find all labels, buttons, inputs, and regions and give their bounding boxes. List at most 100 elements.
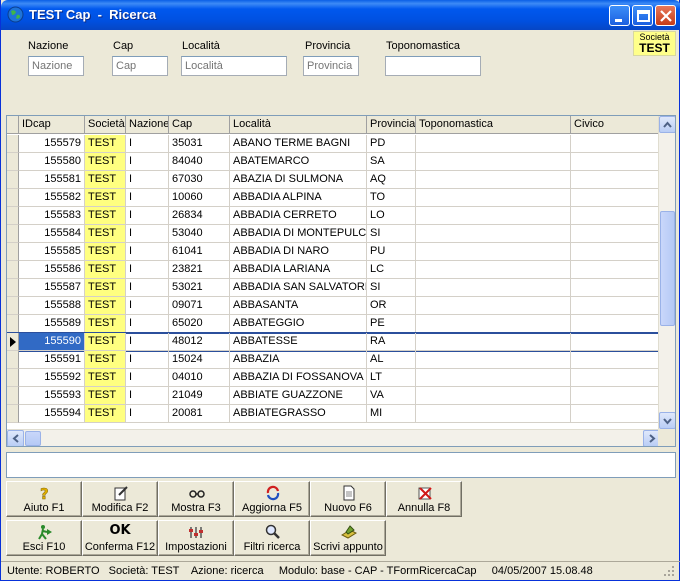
table-row[interactable]: 155581 TEST I 67030 ABAZIA DI SULMONA AQ: [7, 171, 660, 189]
cell-provincia[interactable]: RA: [367, 333, 416, 351]
cell-civico[interactable]: [571, 297, 660, 315]
cell-nazione[interactable]: I: [126, 207, 169, 225]
cell-nazione[interactable]: I: [126, 333, 169, 351]
cell-provincia[interactable]: VA: [367, 387, 416, 405]
table-row[interactable]: 155589 TEST I 65020 ABBATEGGIO PE: [7, 315, 660, 333]
modifica-button[interactable]: Modifica F2: [82, 481, 158, 517]
minimize-button[interactable]: [609, 5, 630, 26]
header-cap[interactable]: Cap: [169, 116, 230, 134]
cell-nazione[interactable]: I: [126, 387, 169, 405]
cell-civico[interactable]: [571, 369, 660, 387]
nuovo-button[interactable]: Nuovo F6: [310, 481, 386, 517]
cell-provincia[interactable]: SI: [367, 279, 416, 297]
close-button[interactable]: [655, 5, 676, 26]
cell-provincia[interactable]: MI: [367, 405, 416, 423]
cell-societa[interactable]: TEST: [85, 369, 126, 387]
cell-civico[interactable]: [571, 261, 660, 279]
cell-societa[interactable]: TEST: [85, 279, 126, 297]
cell-societa[interactable]: TEST: [85, 243, 126, 261]
mostra-button[interactable]: Mostra F3: [158, 481, 234, 517]
cell-localita[interactable]: ABBATESSE: [230, 333, 367, 351]
cell-societa[interactable]: TEST: [85, 405, 126, 423]
cell-societa[interactable]: TEST: [85, 171, 126, 189]
cell-provincia[interactable]: PU: [367, 243, 416, 261]
table-row[interactable]: 155592 TEST I 04010 ABBAZIA DI FOSSANOVA LT: [7, 369, 660, 387]
cell-provincia[interactable]: LO: [367, 207, 416, 225]
cell-cap[interactable]: 53021: [169, 279, 230, 297]
cell-cap[interactable]: 10060: [169, 189, 230, 207]
cell-nazione[interactable]: I: [126, 135, 169, 153]
row-indicator[interactable]: [7, 297, 19, 315]
row-indicator[interactable]: [7, 387, 19, 405]
cell-idcap[interactable]: 155581: [19, 171, 85, 189]
row-indicator[interactable]: [7, 279, 19, 297]
cell-civico[interactable]: [571, 351, 660, 369]
aiuto-button[interactable]: ? Aiuto F1: [6, 481, 82, 517]
table-row[interactable]: 155582 TEST I 10060 ABBADIA ALPINA TO: [7, 189, 660, 207]
cell-idcap[interactable]: 155582: [19, 189, 85, 207]
cell-localita[interactable]: ABBADIA LARIANA: [230, 261, 367, 279]
notes-field[interactable]: [6, 452, 676, 478]
cell-civico[interactable]: [571, 243, 660, 261]
cell-provincia[interactable]: LC: [367, 261, 416, 279]
cell-societa[interactable]: TEST: [85, 333, 126, 351]
cell-toponomastica[interactable]: [416, 297, 571, 315]
cell-idcap[interactable]: 155593: [19, 387, 85, 405]
cell-societa[interactable]: TEST: [85, 207, 126, 225]
cell-toponomastica[interactable]: [416, 135, 571, 153]
row-indicator[interactable]: [7, 351, 19, 369]
table-row[interactable]: 155590 TEST I 48012 ABBATESSE RA: [7, 332, 661, 352]
scroll-left-button[interactable]: [7, 430, 24, 446]
cell-provincia[interactable]: SA: [367, 153, 416, 171]
filtri-button[interactable]: Filtri ricerca: [234, 520, 310, 556]
cell-localita[interactable]: ABBADIA DI MONTEPULCIANO: [230, 225, 367, 243]
row-indicator[interactable]: [7, 153, 19, 171]
cell-idcap[interactable]: 155583: [19, 207, 85, 225]
header-civico[interactable]: Civico: [571, 116, 660, 134]
cell-cap[interactable]: 04010: [169, 369, 230, 387]
cell-societa[interactable]: TEST: [85, 351, 126, 369]
cell-localita[interactable]: ABBIATE GUAZZONE: [230, 387, 367, 405]
cell-toponomastica[interactable]: [416, 315, 571, 333]
row-indicator[interactable]: [7, 189, 19, 207]
table-row[interactable]: 155579 TEST I 35031 ABANO TERME BAGNI PD: [7, 135, 660, 153]
cell-societa[interactable]: TEST: [85, 225, 126, 243]
cell-nazione[interactable]: I: [126, 261, 169, 279]
cell-nazione[interactable]: I: [126, 171, 169, 189]
table-row[interactable]: 155588 TEST I 09071 ABBASANTA OR: [7, 297, 660, 315]
cell-civico[interactable]: [571, 153, 660, 171]
horizontal-scrollbar[interactable]: [7, 429, 660, 446]
cell-idcap[interactable]: 155592: [19, 369, 85, 387]
table-row[interactable]: 155580 TEST I 84040 ABATEMARCO SA: [7, 153, 660, 171]
row-indicator[interactable]: [7, 135, 19, 153]
cell-societa[interactable]: TEST: [85, 189, 126, 207]
header-localita[interactable]: Località: [230, 116, 367, 134]
cell-societa[interactable]: TEST: [85, 315, 126, 333]
cell-idcap[interactable]: 155585: [19, 243, 85, 261]
cell-localita[interactable]: ABBADIA SAN SALVATORE: [230, 279, 367, 297]
toponomastica-input[interactable]: [385, 56, 481, 76]
cell-idcap[interactable]: 155584: [19, 225, 85, 243]
cell-cap[interactable]: 26834: [169, 207, 230, 225]
maximize-button[interactable]: [632, 5, 653, 26]
cell-cap[interactable]: 61041: [169, 243, 230, 261]
cell-toponomastica[interactable]: [416, 351, 571, 369]
header-provincia[interactable]: Provincia: [367, 116, 416, 134]
cell-toponomastica[interactable]: [416, 225, 571, 243]
cell-civico[interactable]: [571, 135, 660, 153]
results-grid[interactable]: IDcap Società Nazione Cap Località Provi…: [6, 115, 676, 447]
cell-nazione[interactable]: I: [126, 279, 169, 297]
cell-provincia[interactable]: AQ: [367, 171, 416, 189]
cell-provincia[interactable]: SI: [367, 225, 416, 243]
cell-toponomastica[interactable]: [416, 261, 571, 279]
table-row[interactable]: 155585 TEST I 61041 ABBADIA DI NARO PU: [7, 243, 660, 261]
table-row[interactable]: 155583 TEST I 26834 ABBADIA CERRETO LO: [7, 207, 660, 225]
title-bar[interactable]: TEST Cap - Ricerca: [1, 0, 680, 30]
cell-nazione[interactable]: I: [126, 153, 169, 171]
cell-localita[interactable]: ABBADIA CERRETO: [230, 207, 367, 225]
header-idcap[interactable]: IDcap: [19, 116, 85, 134]
row-indicator[interactable]: [7, 171, 19, 189]
cell-cap[interactable]: 65020: [169, 315, 230, 333]
row-indicator[interactable]: [7, 243, 19, 261]
cell-societa[interactable]: TEST: [85, 261, 126, 279]
